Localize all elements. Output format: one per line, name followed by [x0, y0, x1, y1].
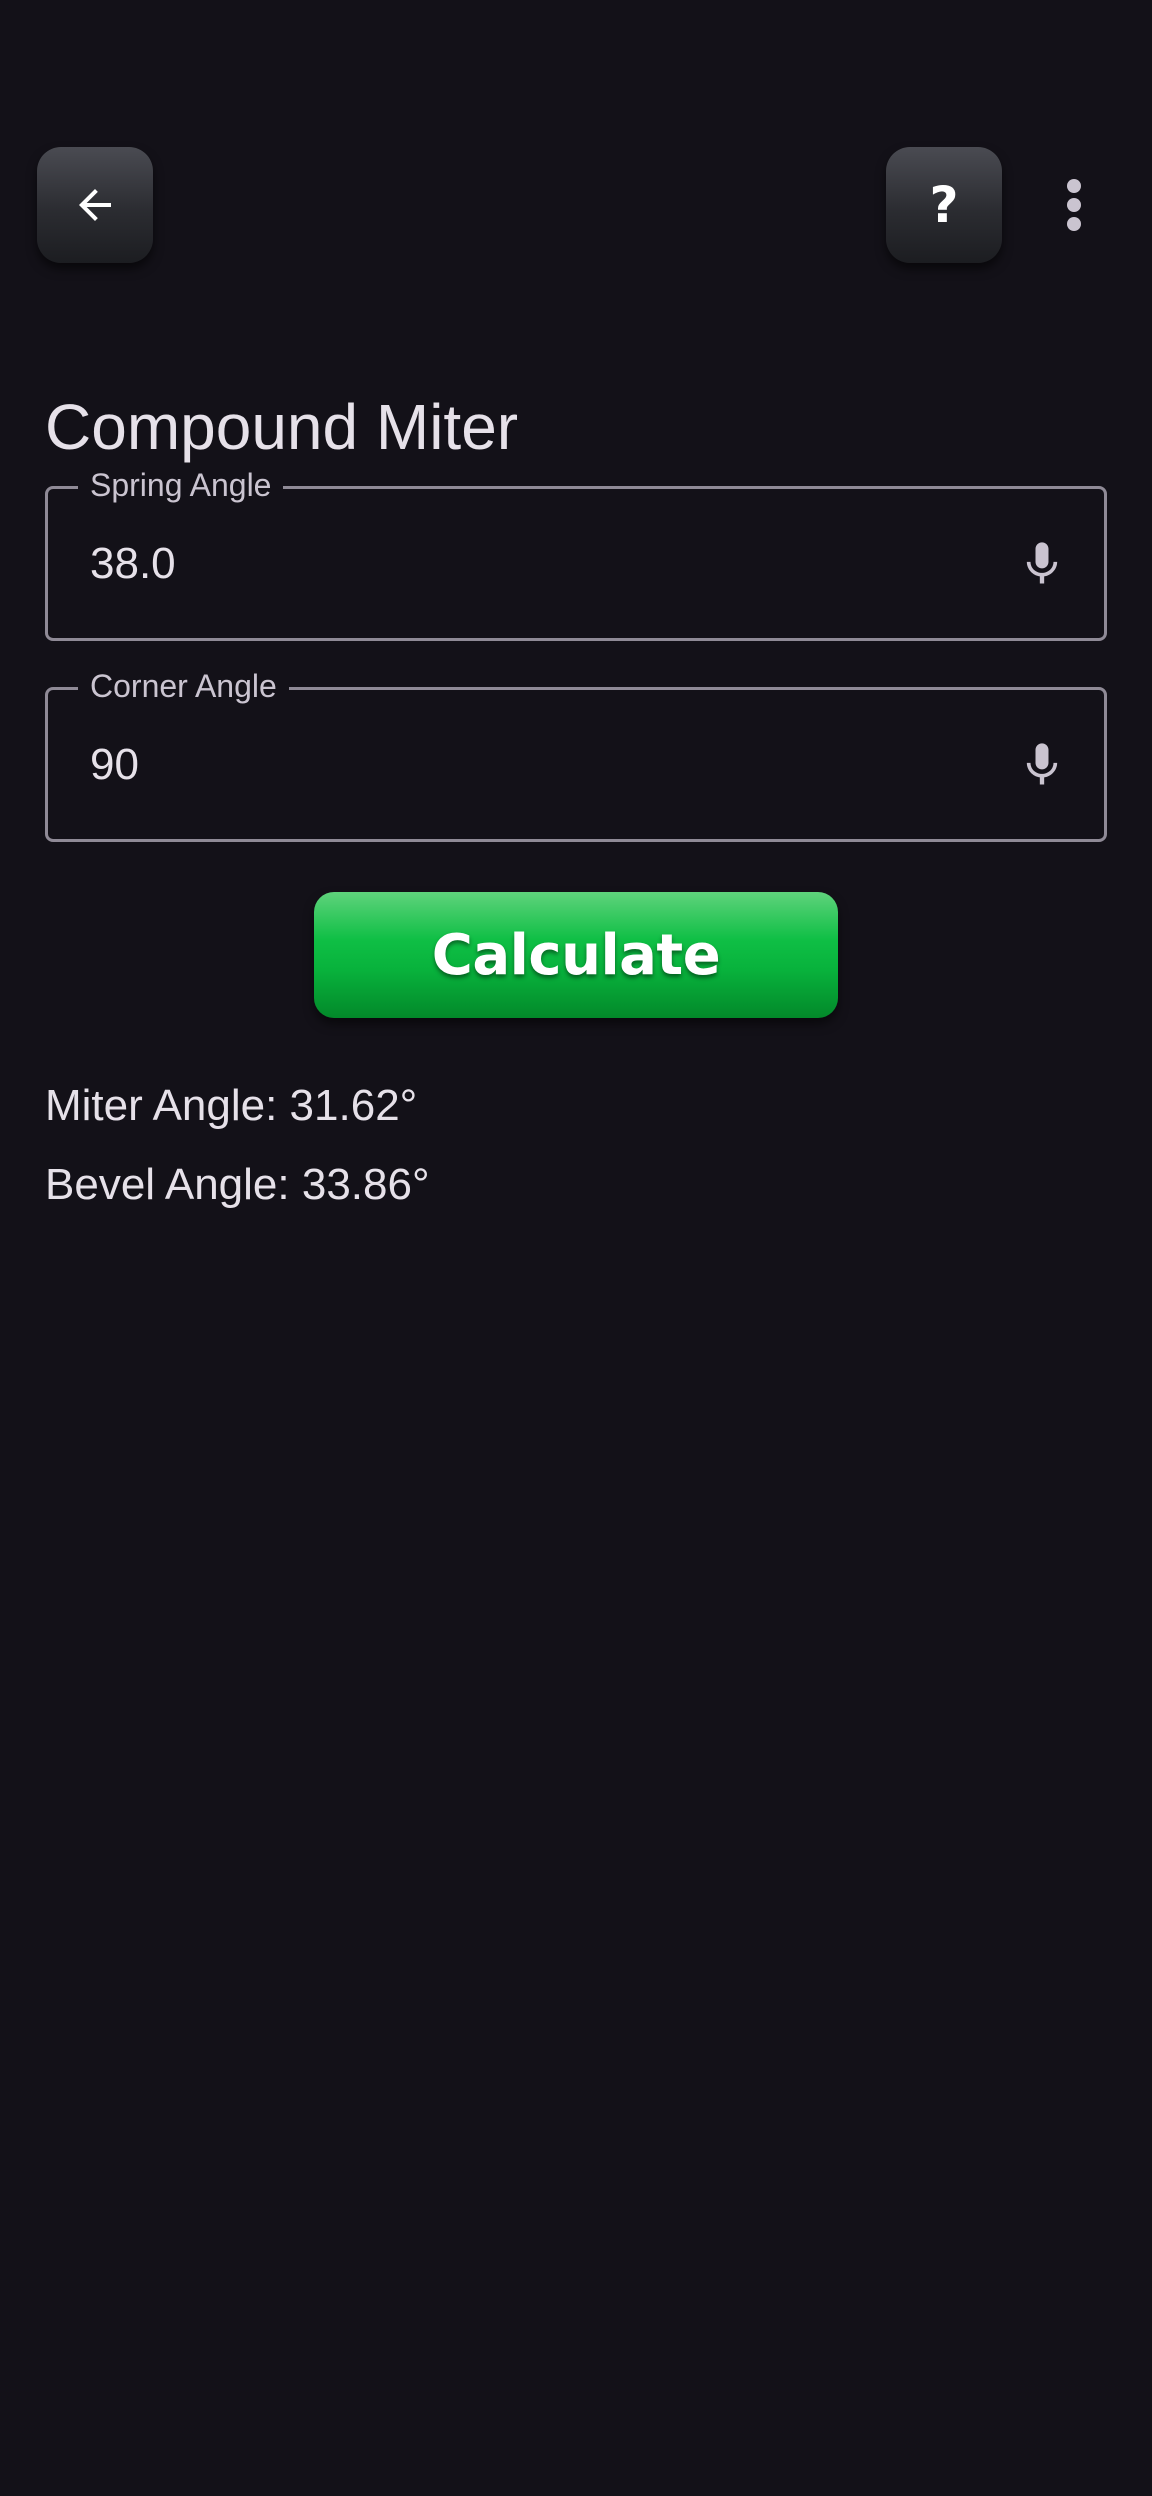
help-icon: ?: [929, 176, 959, 234]
spring-angle-mic-button[interactable]: [1016, 538, 1068, 590]
top-app-bar: ?: [0, 0, 1152, 263]
more-options-button[interactable]: [1040, 155, 1108, 255]
corner-angle-mic-button[interactable]: [1016, 739, 1068, 791]
corner-angle-input[interactable]: 90: [90, 690, 139, 839]
bevel-angle-result: Bevel Angle: 33.86°: [45, 1160, 430, 1209]
mic-icon: [1026, 541, 1058, 583]
miter-angle-result: Miter Angle: 31.62°: [45, 1081, 418, 1130]
spring-angle-field[interactable]: Spring Angle 38.0: [45, 465, 1107, 641]
page-title: Compound Miter: [45, 390, 519, 463]
more-vert-icon: [1067, 179, 1081, 231]
corner-angle-field[interactable]: Corner Angle 90: [45, 666, 1107, 842]
spring-angle-input[interactable]: 38.0: [90, 489, 176, 638]
calculate-button-label: Calculate: [431, 922, 721, 988]
help-button[interactable]: ?: [886, 147, 1002, 263]
arrow-back-icon: [79, 189, 111, 221]
calculate-button[interactable]: Calculate: [314, 892, 838, 1018]
mic-icon: [1026, 742, 1058, 784]
back-button[interactable]: [37, 147, 153, 263]
